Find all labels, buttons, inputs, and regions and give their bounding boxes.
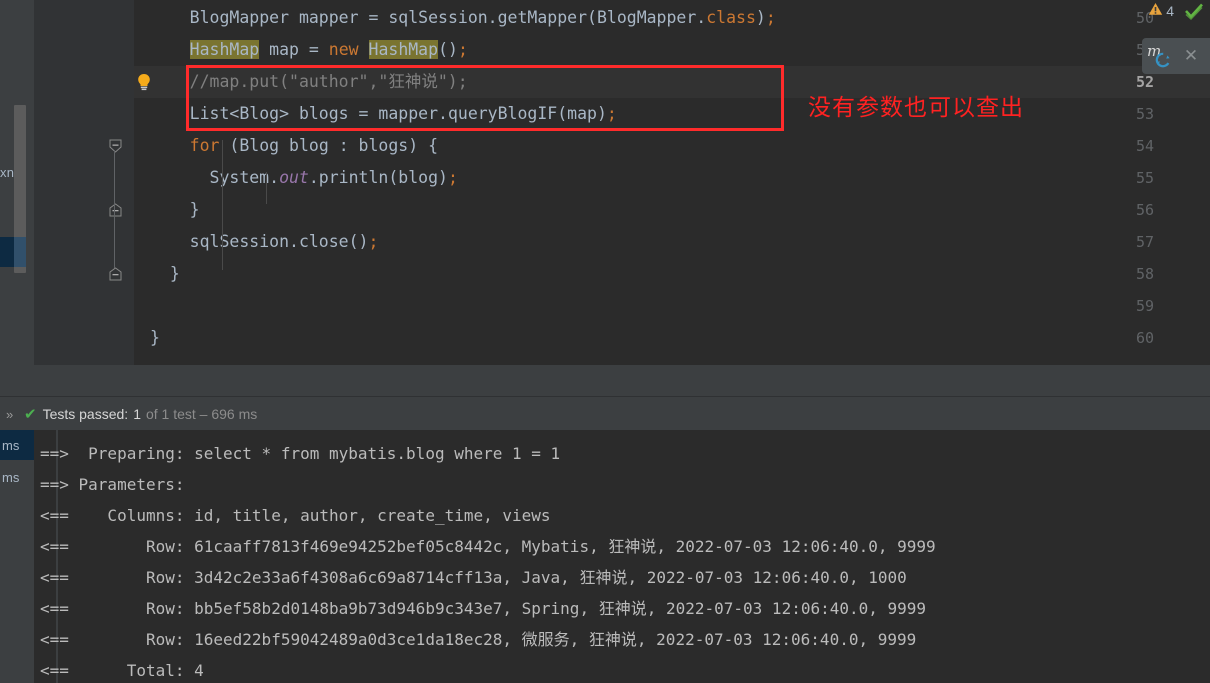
warning-count: 4 bbox=[1166, 2, 1174, 19]
code-token: ; bbox=[457, 40, 468, 59]
code-line[interactable]: } bbox=[150, 322, 160, 354]
code-token: class bbox=[706, 8, 756, 27]
indent-guide bbox=[222, 140, 223, 270]
panel-divider-line bbox=[0, 396, 1210, 397]
code-token: ; bbox=[368, 232, 379, 251]
panel-divider[interactable] bbox=[0, 365, 1210, 398]
test-tree-row-label: ms bbox=[2, 437, 20, 453]
code-token: ; bbox=[606, 104, 617, 123]
indent-guide bbox=[266, 172, 267, 204]
code-token: .println(blog) bbox=[308, 168, 448, 187]
code-token: } bbox=[150, 328, 160, 347]
code-token: } bbox=[169, 264, 180, 283]
code-line[interactable]: } bbox=[150, 258, 180, 290]
code-token: for bbox=[189, 136, 220, 155]
code-token: System. bbox=[209, 168, 280, 187]
test-tree-row[interactable]: ms bbox=[0, 430, 34, 460]
code-line[interactable]: sqlSession.close(); bbox=[150, 226, 379, 258]
console-line: <== Row: 3d42c2e33a6f4308a6c69a8714cff13… bbox=[40, 568, 907, 587]
mybatis-refresh-widget[interactable]: m ✕ bbox=[1142, 38, 1210, 74]
code-token: ; bbox=[447, 168, 458, 187]
code-editor[interactable]: xn 5051525354555657585960 BlogMapper map… bbox=[0, 0, 1210, 365]
svg-text:m: m bbox=[1147, 42, 1161, 60]
console-line: <== Row: 61caaff7813f469e94252bef05c8442… bbox=[40, 537, 936, 556]
console-line: <== Row: 16eed22bf59042489a0d3ce1da18ec2… bbox=[40, 630, 917, 649]
console-line: <== Columns: id, title, author, create_t… bbox=[40, 506, 551, 525]
close-icon[interactable]: ✕ bbox=[1176, 46, 1206, 66]
tests-passed-label: Tests passed: bbox=[42, 406, 129, 422]
code-line[interactable]: System.out.println(blog); bbox=[150, 162, 458, 194]
mybatis-refresh-icon[interactable]: m bbox=[1142, 41, 1176, 71]
tests-passed-count: 1 bbox=[133, 406, 141, 422]
code-token: (Blog blog : blogs) { bbox=[219, 136, 439, 155]
test-tree-row-label: ms bbox=[2, 469, 20, 485]
code-token: ) bbox=[755, 8, 766, 27]
code-token: () bbox=[438, 40, 458, 59]
code-token: out bbox=[279, 168, 309, 187]
code-line[interactable]: } bbox=[150, 194, 200, 226]
code-token: HashMap bbox=[189, 40, 260, 59]
green-check-icon: ✔ bbox=[24, 406, 37, 423]
code-token: new bbox=[328, 40, 359, 59]
console-line: <== Row: bb5ef58b2d0148ba9b73d946b9c343e… bbox=[40, 599, 927, 618]
code-token: map = bbox=[259, 40, 329, 59]
code-token: List<Blog> blogs = mapper.queryBlogIF(ma… bbox=[189, 104, 607, 123]
code-token: sqlSession.close() bbox=[189, 232, 369, 251]
code-token: //map.put("author","狂神说"); bbox=[189, 72, 468, 91]
checkmark-icon[interactable] bbox=[1184, 2, 1204, 24]
inspection-warnings[interactable]: 4 bbox=[1148, 2, 1174, 19]
ide-window: xn 5051525354555657585960 BlogMapper map… bbox=[0, 0, 1210, 683]
code-line[interactable]: HashMap map = new HashMap(); bbox=[150, 34, 468, 66]
test-tree-row[interactable]: ms bbox=[0, 462, 34, 492]
console-output-panel[interactable]: ms ms ==> Preparing: select * from mybati… bbox=[0, 430, 1210, 683]
code-line[interactable]: //map.put("author","狂神说"); bbox=[150, 66, 468, 98]
code-line[interactable]: List<Blog> blogs = mapper.queryBlogIF(ma… bbox=[150, 98, 617, 130]
annotation-text: 没有参数也可以查出 bbox=[808, 95, 1024, 121]
code-line[interactable]: BlogMapper mapper = sqlSession.getMapper… bbox=[150, 2, 776, 34]
console-line: ==> Preparing: select * from mybatis.blo… bbox=[40, 444, 561, 463]
code-token: HashMap bbox=[368, 40, 439, 59]
warning-triangle-icon bbox=[1148, 2, 1163, 19]
code-token: ; bbox=[765, 8, 776, 27]
test-status-bar: » ✔ Tests passed: 1 of 1 test – 696 ms bbox=[0, 398, 1210, 430]
console-line: <== Total: 4 bbox=[40, 661, 204, 680]
code-token: BlogMapper mapper = sqlSession.getMapper… bbox=[189, 8, 707, 27]
code-text-layer[interactable]: BlogMapper mapper = sqlSession.getMapper… bbox=[0, 0, 1210, 365]
expand-chevron-icon[interactable]: » bbox=[6, 407, 24, 422]
code-token: } bbox=[189, 200, 200, 219]
console-line: ==> Parameters: bbox=[40, 475, 195, 494]
code-line[interactable]: for (Blog blog : blogs) { bbox=[150, 130, 438, 162]
tests-duration-label: of 1 test – 696 ms bbox=[145, 406, 258, 422]
